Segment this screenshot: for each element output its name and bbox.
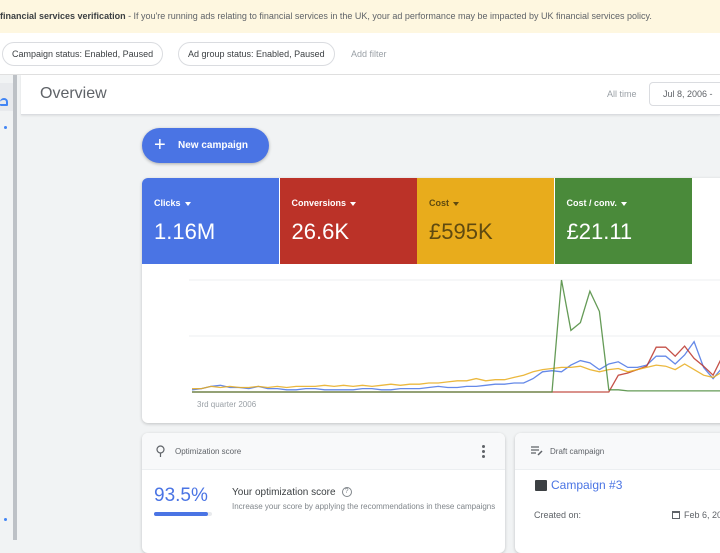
campaign-icon [535, 480, 547, 491]
filter-bar: Campaign status: Enabled, Paused Ad grou… [0, 33, 720, 75]
draft-edit-icon [531, 446, 543, 456]
draft-card-header: Draft campaign [515, 433, 720, 470]
calendar-icon [672, 511, 680, 519]
campaign-link[interactable]: Campaign #3 [551, 478, 622, 492]
metric-value: 26.6K [291, 219, 350, 244]
draft-campaign-card: Draft campaign Campaign #3 Created on: F… [515, 433, 720, 553]
plus-icon: + [154, 134, 166, 156]
optimization-card-title: Optimization score [175, 447, 242, 456]
policy-banner: financial services verification - If you… [0, 0, 720, 33]
sidebar-indicator-icon [4, 126, 7, 129]
created-on-value: Feb 6, 20 [672, 510, 720, 520]
optimization-score-fill [154, 512, 209, 516]
metric-tile-cost-conv[interactable]: Cost / conv. £21.11 [554, 178, 692, 264]
dropdown-caret-icon [350, 201, 357, 206]
date-range-picker[interactable]: Jul 8, 2006 - [649, 82, 720, 106]
home-icon [0, 98, 8, 106]
metric-tile-clicks[interactable]: Clicks 1.16M [142, 178, 279, 264]
optimization-score-card: Optimization score 93.5% Your optimizati… [142, 433, 505, 553]
draft-card-title: Draft campaign [550, 447, 605, 456]
optimization-card-header: Optimization score [142, 433, 505, 470]
metric-label[interactable]: Conversions [292, 198, 357, 208]
banner-title: financial services verification [0, 11, 126, 21]
metric-label[interactable]: Cost [429, 198, 459, 208]
lightbulb-icon [156, 445, 165, 457]
optimization-score-value: 93.5% [154, 485, 208, 506]
range-label: All time [607, 89, 637, 99]
new-campaign-button[interactable]: + New campaign [142, 128, 269, 163]
optimization-score-title: Your optimization score? [232, 487, 352, 498]
optimization-score-bar [154, 512, 212, 516]
metric-tile-conversions[interactable]: Conversions 26.6K [279, 178, 417, 264]
metric-value: £595K [429, 219, 493, 244]
created-on-label: Created on: [534, 510, 582, 520]
series-line-clicks [191, 340, 720, 391]
banner-text: - If you're running ads relating to fina… [125, 11, 652, 21]
filter-chip-campaign-status[interactable]: Campaign status: Enabled, Paused [2, 42, 164, 66]
new-campaign-label: New campaign [178, 140, 249, 151]
metric-value: 1.16M [154, 219, 216, 244]
page-header: Overview All time Jul 8, 2006 - [21, 75, 720, 115]
dropdown-caret-icon [453, 201, 459, 206]
sidebar [0, 75, 17, 540]
filter-chip-ad-group-status[interactable]: Ad group status: Enabled, Paused [178, 42, 335, 66]
x-axis-label: 3rd quarter 2006 [197, 400, 257, 409]
more-options-icon[interactable] [482, 445, 485, 458]
page-title: Overview [40, 85, 107, 102]
optimization-title-text: Your optimization score [232, 487, 336, 498]
sidebar-item-overview[interactable] [0, 83, 13, 111]
dropdown-caret-icon [184, 201, 191, 206]
add-filter-button[interactable]: Add filter [351, 42, 387, 66]
metric-value: £21.11 [566, 219, 633, 244]
dropdown-caret-icon [620, 201, 627, 206]
metric-label[interactable]: Clicks [154, 198, 191, 208]
sidebar-indicator-icon [4, 518, 7, 521]
help-icon[interactable]: ? [341, 487, 352, 497]
metric-label[interactable]: Cost / conv. [567, 198, 627, 208]
optimization-score-description: Increase your score by applying the reco… [232, 502, 496, 511]
performance-panel: Clicks 1.16M Conversions 26.6K Cost £595K Cost… [142, 178, 720, 423]
metric-tile-cost[interactable]: Cost £595K [417, 178, 554, 264]
created-date-text: Feb 6, 20 [684, 510, 720, 520]
